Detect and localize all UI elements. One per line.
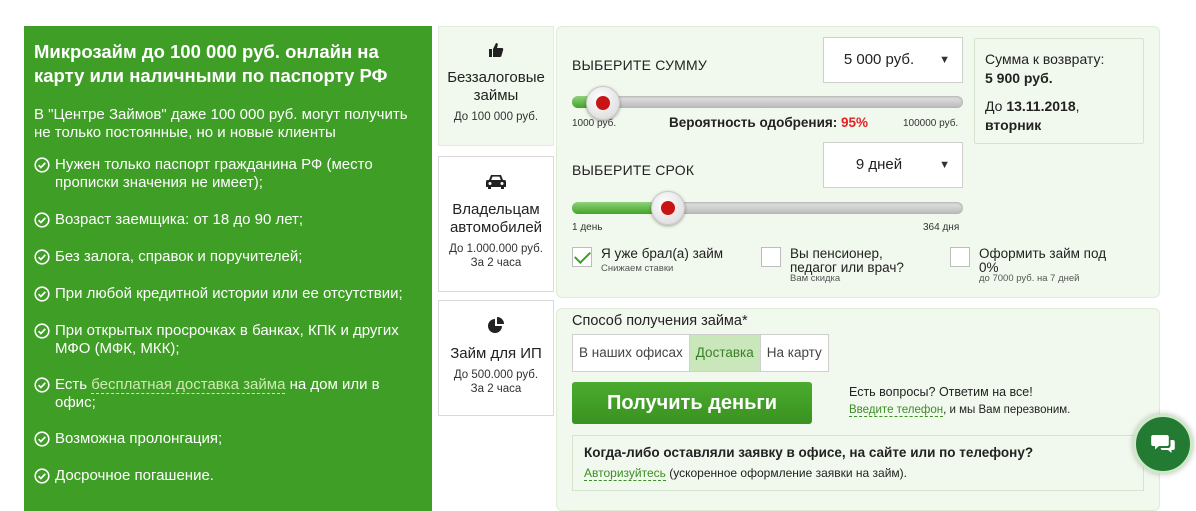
checkbox-label: Оформить займ под 0%: [979, 246, 1107, 275]
checkbox-hint: Вам скидка: [790, 273, 841, 284]
product-subtitle: До 100 000 руб.: [453, 111, 539, 123]
term-min: 1 день: [572, 222, 603, 233]
authorize-link[interactable]: Авторизуйтесь: [584, 466, 666, 481]
notice-text: Авторизуйтесь (ускоренное оформление зая…: [584, 466, 908, 481]
returning-client-checkbox[interactable]: [572, 247, 592, 267]
check-circle-icon: [34, 286, 50, 302]
product-subtitle: До 500.000 руб.: [453, 369, 539, 381]
benefit-item: Возраст заемщика: от 18 до 90 лет;: [34, 211, 422, 229]
return-value: 5 900 руб.: [985, 70, 1053, 86]
product-title: Беззалоговые займы: [447, 69, 545, 104]
return-weekday: вторник: [985, 117, 1042, 133]
check-circle-icon: [34, 468, 50, 484]
amount-select[interactable]: 5 000 руб. ▼: [823, 37, 963, 83]
chat-button[interactable]: [1133, 414, 1193, 474]
benefit-item: Досрочное погашение.: [34, 467, 422, 485]
zero-percent-checkbox[interactable]: [950, 247, 970, 267]
checkbox-hint: до 7000 руб. на 7 дней: [979, 273, 1080, 284]
term-select[interactable]: 9 дней ▼: [823, 142, 963, 188]
term-max: 364 дня: [923, 222, 960, 233]
promo-lead: В "Центре Займов" даже 100 000 руб. могу…: [34, 106, 408, 141]
notice-title: Когда-либо оставляли заявку в офисе, на …: [584, 445, 1034, 460]
chevron-down-icon: ▼: [939, 159, 950, 171]
thumbs-up-icon: [489, 43, 504, 57]
amount-max: 100000 руб.: [903, 118, 959, 129]
product-card-unsecured[interactable]: Беззалоговые займы До 100 000 руб.: [438, 26, 554, 146]
term-label: ВЫБЕРИТЕ СРОК: [572, 162, 695, 178]
product-time: За 2 часа: [470, 383, 522, 395]
amount-label: ВЫБЕРИТЕ СУММУ: [572, 57, 707, 73]
product-card-ip[interactable]: Займ для ИП До 500.000 руб. За 2 часа: [438, 300, 554, 416]
checkbox-hint: Снижаем ставки: [601, 263, 674, 274]
product-time: За 2 часа: [470, 257, 522, 269]
delivery-method-label: Способ получения займа*: [572, 313, 748, 329]
checkbox-label: Вы пенсионер, педагог или врач?: [790, 246, 904, 275]
term-slider-handle[interactable]: [650, 191, 685, 225]
approval-probability: Вероятность одобрения: 95%: [669, 115, 869, 130]
chevron-down-icon: ▼: [939, 54, 950, 66]
benefit-item: Без залога, справок и поручителей;: [34, 248, 422, 266]
enter-phone-link[interactable]: Введите телефон: [849, 404, 944, 417]
checkbox-label: Я уже брал(а) займ: [601, 246, 724, 261]
benefit-item: При любой кредитной истории или ее отсут…: [34, 285, 422, 303]
tab-offices[interactable]: В наших офисах: [573, 335, 690, 371]
benefit-item: Нужен только паспорт гражданина РФ (мест…: [34, 156, 422, 192]
return-label: Сумма к возврату:: [985, 51, 1105, 67]
product-card-auto[interactable]: Владельцам автомобилей До 1.000.000 руб.…: [438, 156, 554, 292]
amount-slider-track[interactable]: [572, 96, 963, 108]
benefits-list: Нужен только паспорт гражданина РФ (мест…: [34, 156, 422, 485]
check-circle-icon: [34, 212, 50, 228]
check-circle-icon: [34, 249, 50, 265]
questions-text: Есть вопросы? Ответим на все!: [849, 385, 1033, 399]
check-circle-icon: [34, 323, 50, 339]
check-circle-icon: [34, 377, 50, 393]
free-delivery-link[interactable]: бесплатная доставка займа: [91, 376, 286, 394]
return-date: До 13.11.2018,: [985, 98, 1080, 114]
check-circle-icon: [34, 431, 50, 447]
amount-min: 1000 руб.: [572, 118, 617, 129]
callback-text: Введите телефон, и мы Вам перезвоним.: [849, 404, 1071, 417]
tab-card[interactable]: На карту: [761, 335, 828, 371]
product-title: Владельцам автомобилей: [449, 201, 543, 236]
promo-title: Микрозайм до 100 000 руб. онлайн на карт…: [34, 41, 388, 86]
benefit-item-delivery: Есть бесплатная доставка займа на дом ил…: [34, 376, 422, 412]
tab-delivery[interactable]: Доставка: [689, 335, 761, 371]
pie-chart-icon: [488, 317, 504, 333]
chat-bubble-icon: [1151, 435, 1175, 453]
pensioner-checkbox[interactable]: [761, 247, 781, 267]
product-subtitle: До 1.000.000 руб.: [449, 243, 543, 255]
returning-client-notice: Когда-либо оставляли заявку в офисе, на …: [572, 435, 1144, 491]
check-circle-icon: [34, 157, 50, 173]
delivery-tabs: В наших офисах Доставка На карту: [572, 334, 829, 372]
benefit-item: При открытых просрочках в банках, КПК и …: [34, 322, 422, 358]
promo-panel: Микрозайм до 100 000 руб. онлайн на карт…: [24, 26, 432, 511]
benefit-item: Возможна пролонгация;: [34, 430, 422, 448]
return-summary: Сумма к возврату: 5 900 руб. До 13.11.20…: [974, 38, 1144, 144]
get-money-button[interactable]: Получить деньги: [572, 382, 812, 424]
product-title: Займ для ИП: [450, 345, 542, 362]
car-icon: [486, 175, 506, 189]
